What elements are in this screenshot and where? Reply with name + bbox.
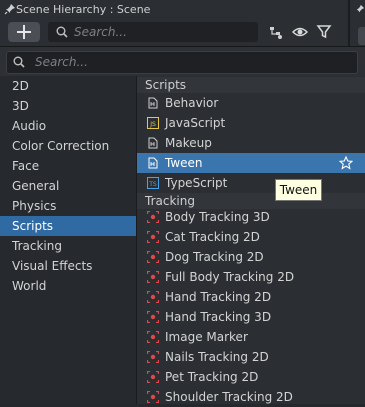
tracking-icon	[147, 231, 159, 243]
search-placeholder: Search...	[35, 55, 88, 69]
section-header-scripts: Scripts	[137, 77, 365, 93]
category-item[interactable]: Audio	[0, 116, 136, 136]
category-item[interactable]: Face	[0, 156, 136, 176]
script-file-icon	[148, 137, 158, 149]
list-item[interactable]: Hand Tracking 2D	[137, 287, 365, 307]
tracking-icon	[147, 351, 159, 363]
search-placeholder: Search...	[74, 25, 127, 39]
panel-title: Scene Hierarchy : Scene	[16, 3, 151, 16]
pin-icon[interactable]	[355, 3, 365, 15]
svg-text:TS: TS	[148, 181, 157, 188]
list-item[interactable]: Full Body Tracking 2D	[137, 267, 365, 287]
list-item[interactable]: Shoulder Tracking 2D	[137, 387, 365, 407]
list-item[interactable]: Cat Tracking 2D	[137, 227, 365, 247]
tracking-icon	[147, 291, 159, 303]
star-icon[interactable]	[339, 156, 353, 170]
hierarchy-options-icon[interactable]	[268, 24, 284, 40]
script-file-icon	[148, 97, 158, 109]
list-item[interactable]: Body Tracking 3D	[137, 207, 365, 227]
adjacent-panel-button[interactable]	[358, 27, 365, 45]
tooltip: Tween	[275, 179, 322, 201]
category-item[interactable]: 2D	[0, 76, 136, 96]
pin-icon[interactable]	[4, 3, 16, 15]
add-object-button[interactable]	[8, 22, 40, 42]
hierarchy-toolbar: Search...	[0, 20, 348, 48]
category-list: 2D 3D Audio Color Correction Face Genera…	[0, 76, 137, 404]
object-list: Scripts Behavior JS JavaScript Makeup Tw…	[137, 76, 365, 404]
tracking-icon	[147, 251, 159, 263]
list-item[interactable]: TS TypeScript	[137, 173, 365, 193]
tracking-icon	[147, 271, 159, 283]
list-item[interactable]: JS JavaScript	[137, 113, 365, 133]
category-item[interactable]: Color Correction	[0, 136, 136, 156]
eye-icon[interactable]	[292, 24, 308, 40]
list-item[interactable]: Dog Tracking 2D	[137, 247, 365, 267]
list-item[interactable]: Nails Tracking 2D	[137, 347, 365, 367]
search-icon	[13, 56, 25, 68]
list-item[interactable]: Behavior	[137, 93, 365, 113]
list-item-selected[interactable]: Tween	[137, 153, 365, 173]
search-icon	[56, 26, 68, 38]
list-item[interactable]: Pet Tracking 2D	[137, 367, 365, 387]
tracking-icon	[147, 311, 159, 323]
category-item[interactable]: General	[0, 176, 136, 196]
category-item[interactable]: Visual Effects	[0, 256, 136, 276]
tracking-icon	[147, 391, 159, 403]
category-item-selected[interactable]: Scripts	[0, 216, 136, 236]
adjacent-panel-edge	[348, 0, 365, 48]
panel-title-bar: Scene Hierarchy : Scene	[0, 0, 348, 20]
dropdown-search-input[interactable]: Search...	[6, 51, 358, 74]
svg-text:JS: JS	[149, 121, 156, 128]
javascript-icon: JS	[147, 117, 159, 129]
add-object-dropdown: Search... 2D 3D Audio Color Correction F…	[0, 46, 365, 404]
filter-icon[interactable]	[316, 24, 332, 40]
tracking-icon	[147, 211, 159, 223]
typescript-icon: TS	[147, 177, 159, 189]
list-item[interactable]: Image Marker	[137, 327, 365, 347]
tracking-icon	[147, 371, 159, 383]
script-file-icon	[148, 157, 158, 169]
tracking-icon	[147, 331, 159, 343]
list-item[interactable]: Makeup	[137, 133, 365, 153]
category-item[interactable]: Physics	[0, 196, 136, 216]
category-item[interactable]: World	[0, 276, 136, 296]
category-item[interactable]: 3D	[0, 96, 136, 116]
hierarchy-search-input[interactable]: Search...	[48, 22, 258, 42]
category-item[interactable]: Tracking	[0, 236, 136, 256]
list-item[interactable]: Hand Tracking 3D	[137, 307, 365, 327]
